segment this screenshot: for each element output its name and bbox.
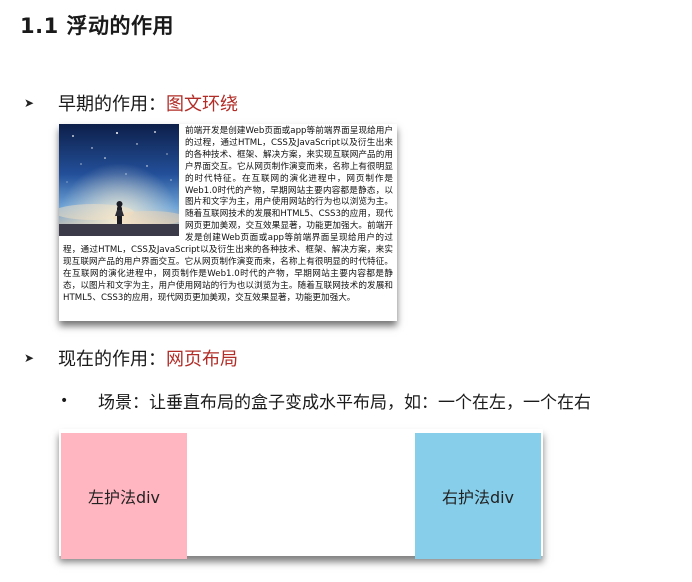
section-heading: 1.1 浮动的作用 [20, 14, 175, 38]
dot-icon: • [60, 392, 69, 409]
float-layout-demo: 左护法div 右护法div [59, 429, 543, 559]
starry-sky-girl-image [59, 124, 179, 236]
bullet-early-use: ➤ 早期的作用： 图文环绕 [24, 90, 238, 116]
triangle-right-icon: ➤ [24, 96, 35, 110]
scenario-text: 场景：让垂直布局的盒子变成水平布局，如：一个在左，一个在右 [98, 393, 591, 413]
current-use-highlight: 网页布局 [166, 349, 238, 370]
text-wrap-example: 前端开发是创建Web页面或app等前端界面呈现给用户的过程，通过HTML，CSS… [59, 124, 397, 321]
right-box-label: 右护法div [441, 488, 515, 507]
current-use-prefix: 现在的作用： [58, 349, 166, 370]
slide-page: 1.1 浮动的作用 ➤ 早期的作用： 图文环绕 前端开发是创建Web页面或app… [0, 0, 692, 582]
left-box-label: 左护法div [87, 488, 161, 507]
early-use-prefix: 早期的作用： [58, 94, 166, 115]
right-box: 右护法div [415, 433, 541, 559]
triangle-right-icon: ➤ [24, 351, 35, 365]
left-box: 左护法div [61, 433, 187, 559]
bullet-current-use: ➤ 现在的作用： 网页布局 [24, 345, 238, 371]
scenario-bullet: • 场景：让垂直布局的盒子变成水平布局，如：一个在左，一个在右 [60, 388, 591, 414]
early-use-highlight: 图文环绕 [166, 94, 238, 115]
